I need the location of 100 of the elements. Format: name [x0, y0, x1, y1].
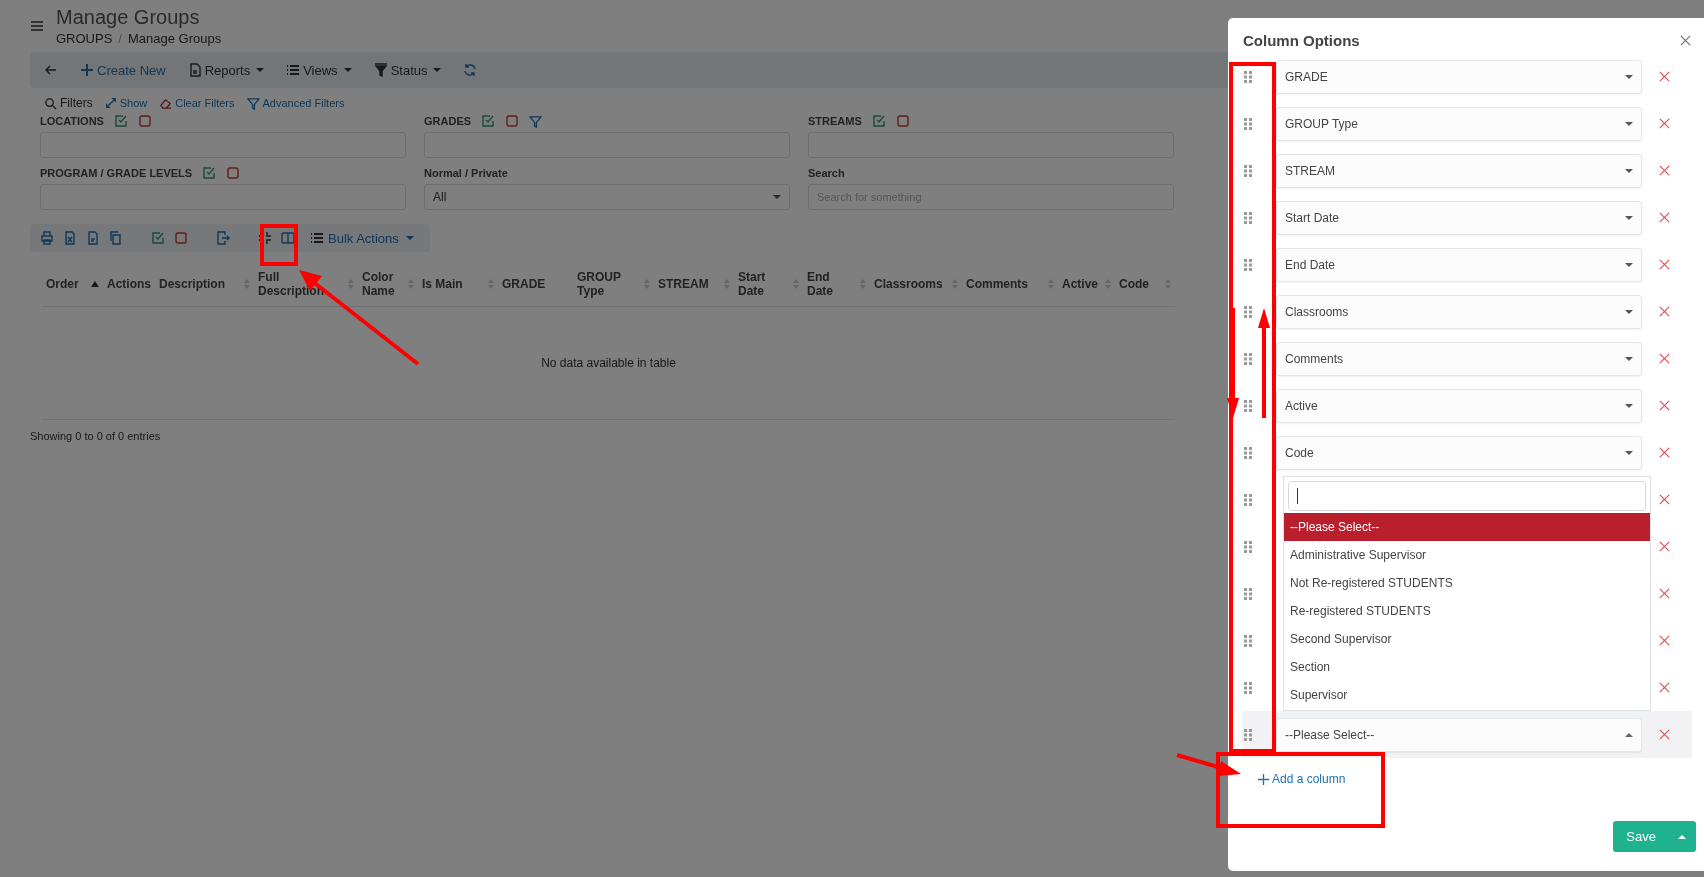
grip-icon: [1244, 70, 1252, 83]
grip-icon: [1244, 164, 1252, 177]
column-select[interactable]: --Please Select--: [1276, 717, 1642, 752]
remove-button[interactable]: [1658, 399, 1671, 412]
excel-button[interactable]: [63, 231, 77, 245]
remove-button[interactable]: [1658, 446, 1671, 459]
export-button[interactable]: [216, 231, 230, 245]
breadcrumb-item[interactable]: GROUPS: [56, 31, 113, 46]
dropdown-option[interactable]: --Please Select--: [1284, 513, 1650, 541]
filter-link[interactable]: Show: [104, 97, 148, 109]
remove-button[interactable]: [1658, 70, 1671, 83]
close-button[interactable]: [1679, 34, 1692, 47]
column-select[interactable]: Classrooms: [1276, 294, 1642, 329]
dropdown-option[interactable]: Not Re-registered STUDENTS: [1284, 569, 1650, 597]
column-header[interactable]: STREAM: [658, 277, 709, 291]
remove-button[interactable]: [1658, 493, 1671, 506]
columns-button[interactable]: [281, 231, 295, 245]
column-header[interactable]: GRADE: [502, 277, 546, 291]
column-header[interactable]: Description: [159, 277, 226, 291]
column-header[interactable]: Actions: [107, 277, 151, 291]
dropdown-option[interactable]: Supervisor: [1284, 681, 1650, 709]
close-icon: [1658, 258, 1671, 271]
toolbar-button[interactable]: Reports: [187, 62, 265, 78]
column-header[interactable]: Active: [1062, 277, 1099, 291]
drag-handle[interactable]: [1244, 446, 1252, 459]
column-header[interactable]: Order: [46, 277, 79, 291]
column-header[interactable]: Is Main: [422, 277, 463, 291]
remove-button[interactable]: [1658, 117, 1671, 130]
toolbar-button[interactable]: Status: [373, 62, 442, 78]
refresh-button[interactable]: [463, 63, 478, 77]
remove-button[interactable]: [1658, 681, 1671, 694]
drag-handle[interactable]: [1244, 493, 1252, 506]
drag-handle[interactable]: [1244, 117, 1252, 130]
pdf-button[interactable]: [86, 231, 100, 245]
column-select[interactable]: Comments: [1276, 341, 1642, 376]
sort-icon: [1165, 279, 1171, 289]
column-select[interactable]: Code: [1276, 435, 1642, 470]
drag-handle[interactable]: [1244, 352, 1252, 365]
column-header[interactable]: Classrooms: [874, 277, 943, 291]
remove-button[interactable]: [1658, 305, 1671, 318]
back-button[interactable]: [44, 63, 58, 77]
grip-icon: [1244, 634, 1252, 647]
dropdown-search-field[interactable]: [1288, 481, 1646, 511]
copy-button[interactable]: [109, 231, 123, 245]
grip-icon: [1244, 305, 1252, 318]
remove-button[interactable]: [1658, 634, 1671, 647]
column-header[interactable]: Full Description: [258, 270, 344, 298]
drag-handle[interactable]: [1244, 399, 1252, 412]
uncheck-button[interactable]: [174, 231, 188, 245]
column-select[interactable]: GRADE: [1276, 59, 1642, 94]
export-icon: [216, 231, 230, 245]
column-select[interactable]: STREAM: [1276, 153, 1642, 188]
remove-button[interactable]: [1658, 164, 1671, 177]
drag-handle[interactable]: [1244, 587, 1252, 600]
drag-handle[interactable]: [1244, 258, 1252, 271]
drag-handle[interactable]: [1244, 634, 1252, 647]
column-select[interactable]: Active: [1276, 388, 1642, 423]
drag-handle[interactable]: [1244, 728, 1252, 741]
column-header[interactable]: Start Date: [738, 270, 789, 298]
remove-button[interactable]: [1658, 352, 1671, 365]
breadcrumb-item: Manage Groups: [127, 31, 222, 46]
select-field[interactable]: All: [424, 184, 790, 210]
remove-button[interactable]: [1658, 211, 1671, 224]
column-header[interactable]: End Date: [807, 270, 856, 298]
filter-label: PROGRAM / GRADE LEVELS: [40, 167, 193, 179]
column-select[interactable]: GROUP Type: [1276, 106, 1642, 141]
filter-link[interactable]: Clear Filters: [159, 96, 235, 110]
dropdown-option[interactable]: Second Supervisor: [1284, 625, 1650, 653]
add-column-link[interactable]: Add a column: [1257, 772, 1346, 786]
columns-icon: [281, 231, 295, 245]
check-button[interactable]: [151, 231, 165, 245]
column-select[interactable]: Start Date: [1276, 200, 1642, 235]
dropdown-option[interactable]: Re-registered STUDENTS: [1284, 597, 1650, 625]
remove-button[interactable]: [1658, 587, 1671, 600]
toolbar-button[interactable]: Create New: [80, 62, 166, 78]
print-button[interactable]: [40, 231, 54, 245]
column-header[interactable]: Code: [1119, 277, 1149, 291]
compress-button[interactable]: [258, 231, 272, 245]
drag-handle[interactable]: [1244, 305, 1252, 318]
column-header[interactable]: Color Name: [362, 270, 404, 298]
dropdown-option[interactable]: Section: [1284, 653, 1650, 681]
drag-handle[interactable]: [1244, 681, 1252, 694]
printer-icon: [40, 231, 54, 245]
remove-button[interactable]: [1658, 728, 1671, 741]
toolbar-button[interactable]: Views: [286, 62, 352, 78]
bulk-actions-button[interactable]: Bulk Actions: [304, 229, 420, 247]
empty-box-icon: [174, 231, 188, 245]
drag-handle[interactable]: [1244, 164, 1252, 177]
remove-button[interactable]: [1658, 258, 1671, 271]
filter-link[interactable]: Advanced Filters: [246, 96, 345, 110]
sort-icon: [1048, 279, 1054, 289]
save-button[interactable]: Save: [1613, 821, 1696, 852]
column-select[interactable]: End Date: [1276, 247, 1642, 282]
dropdown-option[interactable]: Administrative Supervisor: [1284, 541, 1650, 569]
drag-handle[interactable]: [1244, 540, 1252, 553]
column-header[interactable]: Comments: [966, 277, 1029, 291]
column-header[interactable]: GROUP Type: [577, 270, 640, 298]
drag-handle[interactable]: [1244, 211, 1252, 224]
remove-button[interactable]: [1658, 540, 1671, 553]
drag-handle[interactable]: [1244, 70, 1252, 83]
